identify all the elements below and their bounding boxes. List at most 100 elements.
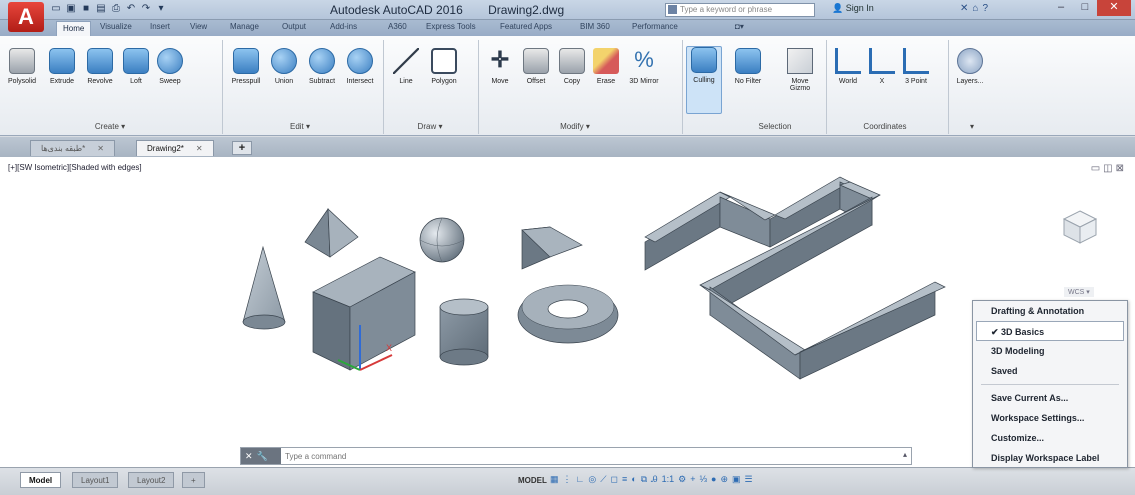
move-gizmo-button[interactable]: Move Gizmo xyxy=(782,48,818,92)
help-icon[interactable]: ? xyxy=(982,3,992,14)
tab-output[interactable]: Output xyxy=(282,22,306,31)
layers-dropdown-icon[interactable]: ▾ xyxy=(962,122,982,131)
workspace-settings-item[interactable]: Workspace Settings... xyxy=(973,408,1127,428)
3-point-button[interactable]: 3 Point xyxy=(898,48,934,85)
a360-icon[interactable]: ⌂ xyxy=(972,3,982,14)
display-workspace-label-item[interactable]: Display Workspace Label xyxy=(973,448,1127,468)
customize-status-icon[interactable]: ☰ xyxy=(745,474,753,485)
ucs-x-button[interactable]: X xyxy=(864,48,900,85)
model-tab[interactable]: Model xyxy=(20,472,62,488)
box-solid[interactable] xyxy=(312,256,416,371)
wcs-menu[interactable]: WCS ▾ xyxy=(1064,287,1094,297)
command-line-buttons[interactable]: ✕🔧 xyxy=(241,448,281,464)
draw-group-label[interactable]: Draw ▾ xyxy=(400,122,460,131)
wedge-solid[interactable] xyxy=(521,226,583,270)
workspace-item-drafting[interactable]: Drafting & Annotation xyxy=(973,301,1127,321)
wall-solid[interactable] xyxy=(644,176,946,380)
save-current-as-item[interactable]: Save Current As... xyxy=(973,388,1127,408)
layers-button[interactable]: Layers... xyxy=(952,48,988,85)
grid-icon[interactable]: ▦ xyxy=(550,474,559,485)
extrude-button[interactable]: Extrude xyxy=(44,48,80,85)
help-search-input[interactable]: Type a keyword or phrase xyxy=(665,3,815,17)
close-button[interactable]: ✕ xyxy=(1097,0,1131,16)
document-tab[interactable]: طبقه بندی‌ها* ✕ xyxy=(30,140,115,156)
revolve-button[interactable]: Revolve xyxy=(82,48,118,85)
ortho-icon[interactable]: ∟ xyxy=(576,474,585,485)
undo-icon[interactable]: ↶ xyxy=(125,3,137,15)
move-button[interactable]: ✛ Move xyxy=(482,48,518,86)
polar-icon[interactable]: ◎ xyxy=(588,474,596,485)
command-input[interactable] xyxy=(285,450,885,462)
isolate-icon[interactable]: ● xyxy=(711,474,716,485)
workspace-item-3d-modeling[interactable]: 3D Modeling xyxy=(973,341,1127,361)
close-tab-icon[interactable]: ✕ xyxy=(97,144,104,153)
layout1-tab[interactable]: Layout1 xyxy=(72,472,119,488)
line-button[interactable]: Line xyxy=(388,48,424,85)
lineweight-icon[interactable]: ≡ xyxy=(622,474,627,485)
osnap-icon[interactable]: ◻ xyxy=(611,474,618,485)
sphere-solid[interactable] xyxy=(419,217,465,263)
tab-express-tools[interactable]: Express Tools xyxy=(426,22,476,31)
minimize-button[interactable]: – xyxy=(1049,0,1073,16)
snap-icon[interactable]: ⋮ xyxy=(563,474,572,485)
intersect-button[interactable]: Intersect xyxy=(342,48,378,85)
sweep-button[interactable]: Sweep xyxy=(152,48,188,85)
tab-featured-apps[interactable]: Featured Apps xyxy=(500,22,552,31)
exchange-icon[interactable]: ✕ xyxy=(960,3,972,14)
model-space-toggle[interactable]: MODEL xyxy=(518,476,547,485)
union-button[interactable]: Union xyxy=(266,48,302,85)
layout2-tab[interactable]: Layout2 xyxy=(128,472,175,488)
annotation-icon[interactable]: Ꭿ xyxy=(651,474,658,485)
tab-add-ins[interactable]: Add-ins xyxy=(330,22,357,31)
polysolid-button[interactable]: Polysolid xyxy=(4,48,40,85)
culling-button[interactable]: Culling xyxy=(686,46,722,114)
add-layout-button[interactable]: + xyxy=(182,472,205,488)
workspace-item-saved[interactable]: Saved xyxy=(973,361,1127,381)
subtract-button[interactable]: Subtract xyxy=(304,48,340,85)
document-tab-drawing2[interactable]: Drawing2* ✕ xyxy=(136,140,214,156)
qat-dropdown-icon[interactable]: ▾ xyxy=(155,3,167,15)
workspace-gear-icon[interactable]: ⚙ xyxy=(678,474,686,485)
tab-performance[interactable]: Performance xyxy=(632,22,678,31)
torus-solid[interactable] xyxy=(517,284,619,344)
annotation-scale[interactable]: 1:1 xyxy=(662,474,675,485)
new-file-icon[interactable]: ▭ xyxy=(50,3,62,15)
customize-item[interactable]: Customize... xyxy=(973,428,1127,448)
world-button[interactable]: World xyxy=(830,48,866,85)
create-group-label[interactable]: Create ▾ xyxy=(70,122,150,131)
ribbon-minimize-icon[interactable]: ◘▾ xyxy=(735,22,744,31)
clean-screen-icon[interactable]: ▣ xyxy=(732,474,741,485)
tab-insert[interactable]: Insert xyxy=(150,22,170,31)
drawing-viewport[interactable]: [+][SW Isometric][Shaded with edges] ▭◫⊠ xyxy=(0,157,1135,467)
command-history-icon[interactable]: ▴ xyxy=(903,450,907,459)
copy-button[interactable]: Copy xyxy=(554,48,590,85)
open-folder-icon[interactable]: ▣ xyxy=(65,3,77,15)
coordinates-group-label[interactable]: Coordinates xyxy=(850,122,920,131)
edit-group-label[interactable]: Edit ▾ xyxy=(270,122,330,131)
selection-cycling-icon[interactable]: ⧉ xyxy=(641,474,647,485)
workspace-item-3d-basics[interactable]: ✔ 3D Basics xyxy=(976,321,1124,341)
isodraft-icon[interactable]: ⟋ xyxy=(600,474,606,485)
loft-button[interactable]: Loft xyxy=(118,48,154,85)
tab-home[interactable]: Home xyxy=(56,21,92,36)
tab-bim-360[interactable]: BIM 360 xyxy=(580,22,610,31)
cylinder-solid[interactable] xyxy=(439,298,489,366)
tab-view[interactable]: View xyxy=(190,22,207,31)
print-icon[interactable]: ⎙ xyxy=(110,3,122,15)
sign-in-button[interactable]: 👤 Sign In xyxy=(832,3,874,14)
cone-solid[interactable] xyxy=(242,245,286,330)
close-tab-icon[interactable]: ✕ xyxy=(196,144,203,153)
tab-manage[interactable]: Manage xyxy=(230,22,259,31)
erase-button[interactable]: Erase xyxy=(588,48,624,85)
selection-group-label[interactable]: Selection xyxy=(740,122,810,131)
hardware-acceleration-icon[interactable]: ⊕ xyxy=(720,474,728,485)
3d-mirror-button[interactable]: % 3D Mirror xyxy=(626,48,662,86)
viewcube-icon[interactable] xyxy=(1060,207,1100,247)
transparency-icon[interactable]: ◐ xyxy=(631,474,636,485)
save-as-icon[interactable]: ▤ xyxy=(95,3,107,15)
tab-a360[interactable]: A360 xyxy=(388,22,407,31)
maximize-button[interactable]: □ xyxy=(1073,0,1097,16)
offset-button[interactable]: Offset xyxy=(518,48,554,85)
add-icon[interactable]: + xyxy=(690,474,695,485)
new-tab-button[interactable]: + xyxy=(232,141,252,155)
